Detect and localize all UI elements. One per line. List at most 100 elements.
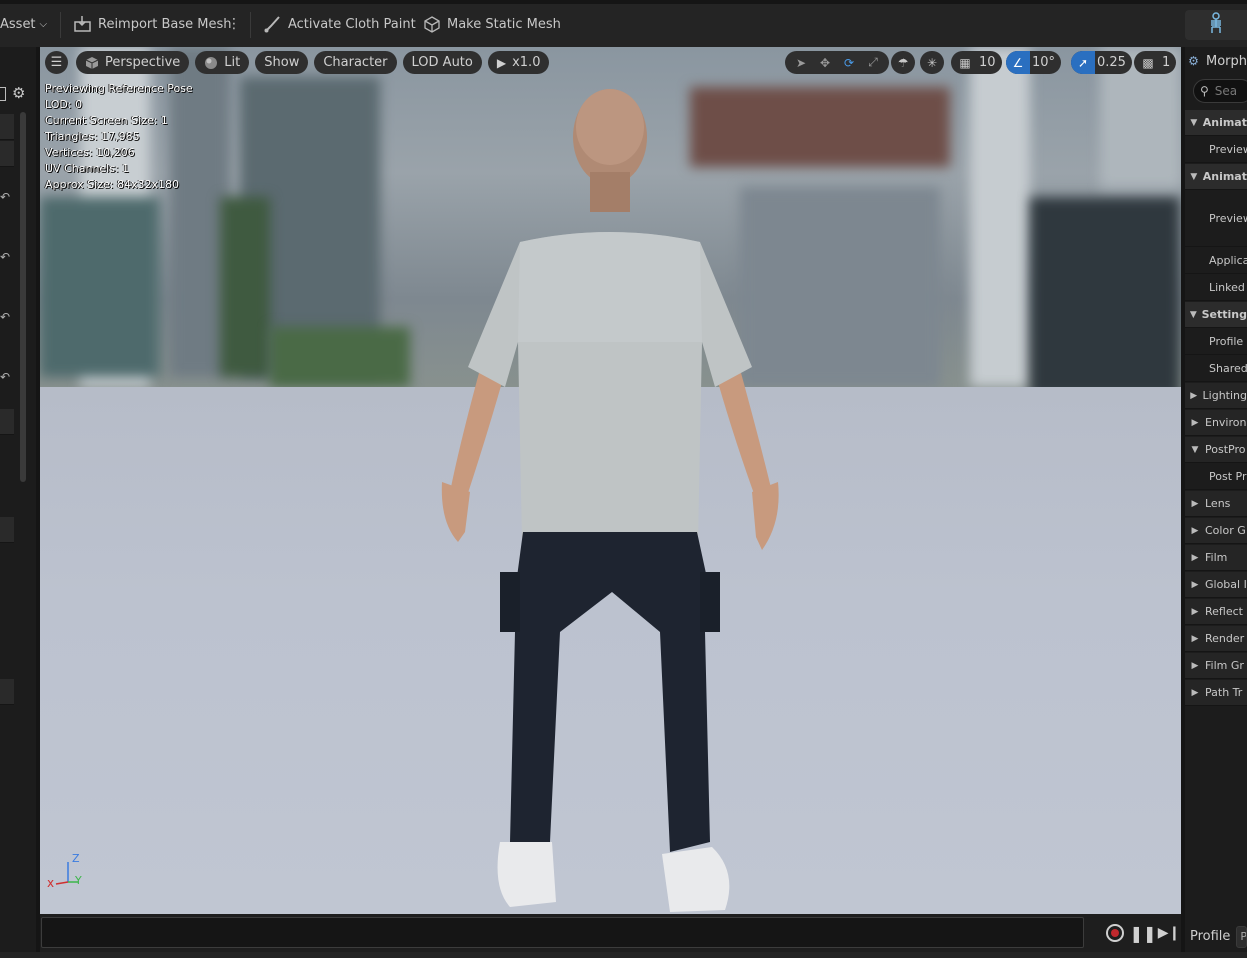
grid-snap-toggle[interactable]: ▦ 10	[951, 51, 1002, 74]
details-property-row[interactable]: Linked	[1185, 275, 1247, 301]
details-category[interactable]: ▼ PostPro	[1185, 437, 1247, 463]
skeleton-mode-button[interactable]	[1185, 10, 1247, 40]
lit-button[interactable]: Lit	[195, 51, 250, 74]
rotation-snap-toggle[interactable]: ∠ 10°	[1006, 51, 1062, 74]
scale-snap-toggle[interactable]: ➚ 0.25	[1071, 51, 1132, 74]
chevron-right-icon: ▶	[1191, 417, 1199, 428]
details-category[interactable]: ▶ Film Gr	[1185, 653, 1247, 679]
play-speed-button[interactable]: ▶ x1.0	[487, 51, 550, 74]
details-property-row[interactable]: Shared	[1185, 356, 1247, 382]
details-section-header[interactable]: ▼ Animat	[1185, 110, 1247, 136]
record-button[interactable]	[1104, 922, 1126, 944]
left-row[interactable]	[0, 517, 14, 543]
details-category[interactable]: ▶ Color G	[1185, 518, 1247, 544]
make-static-mesh-label: Make Static Mesh	[447, 16, 561, 32]
reimport-options-button[interactable]: ⋮	[227, 10, 241, 38]
static-mesh-icon	[421, 14, 443, 34]
perspective-button[interactable]: Perspective	[76, 51, 190, 74]
grid-icon: ▦	[959, 55, 971, 70]
world-local-toggle[interactable]: ☂	[891, 51, 915, 74]
axis-x-label: x	[47, 876, 55, 890]
details-category[interactable]: ▶ Environ	[1185, 410, 1247, 436]
more-vertical-icon: ⋮	[227, 16, 241, 32]
scale-icon[interactable]: ⤢	[861, 51, 885, 74]
step-forward-icon: ▶❙	[1157, 925, 1181, 941]
chevron-right-icon: ▶	[1191, 552, 1199, 563]
chevron-down-icon: ▼	[1190, 117, 1198, 128]
details-category[interactable]: ▶ Lighting	[1185, 383, 1247, 409]
character-button[interactable]: Character	[314, 51, 397, 74]
make-static-mesh-button[interactable]: Make Static Mesh	[421, 10, 561, 38]
axis-gizmo: Z Y x	[46, 852, 86, 892]
transform-tools: ➤ ✥ ⟳ ⤢	[785, 51, 889, 74]
details-category[interactable]: ▶ Render	[1185, 626, 1247, 652]
play-icon: ▶	[496, 55, 507, 70]
stats-line: Current Screen Size: 1	[45, 114, 168, 127]
reset-icon[interactable]: ↶	[0, 370, 10, 384]
paint-brush-icon	[262, 14, 284, 34]
asset-menu[interactable]: Asset ⌵	[0, 10, 47, 38]
viewport-menu-button[interactable]: ☰	[45, 51, 68, 74]
details-row-label: Animat	[1202, 116, 1247, 129]
step-forward-button[interactable]: ▶❙	[1157, 922, 1181, 944]
reset-icon[interactable]: ↶	[0, 250, 10, 264]
activate-cloth-paint-button[interactable]: Activate Cloth Paint	[262, 10, 416, 38]
left-row[interactable]	[0, 114, 14, 140]
show-label: Show	[264, 55, 300, 70]
viewport[interactable]: ☰ Perspective Lit Show Character LOD Aut…	[40, 47, 1181, 914]
scale-snap-value: 0.25	[1097, 55, 1126, 70]
translate-icon[interactable]: ✥	[813, 51, 837, 74]
lighting-sphere-icon	[204, 56, 218, 70]
details-row-label: Color G	[1205, 524, 1246, 537]
profile-dropdown[interactable]: Pr	[1236, 925, 1247, 948]
left-row[interactable]	[0, 409, 14, 435]
details-category[interactable]: ▶ Global I	[1185, 572, 1247, 598]
reset-icon[interactable]: ↶	[0, 190, 10, 204]
character-mesh[interactable]	[420, 72, 800, 914]
details-category[interactable]: ▶ Lens	[1185, 491, 1247, 517]
character-label: Character	[323, 55, 388, 70]
camera-speed-button[interactable]: ▩ 1	[1134, 51, 1177, 74]
details-row-label: Profile	[1209, 335, 1244, 348]
details-row-label: Path Tr	[1205, 686, 1243, 699]
details-property-row[interactable]: Applica	[1185, 248, 1247, 274]
details-property-row[interactable]: Preview	[1185, 191, 1247, 247]
left-panel: ⚙ ↶ ↶ ↶ ↶	[0, 47, 36, 958]
chevron-right-icon: ▶	[1191, 498, 1199, 509]
panel-tab-morph[interactable]: ⚙ Morph	[1185, 47, 1247, 75]
outliner-icon[interactable]	[0, 87, 6, 101]
chevron-down-icon: ▼	[1190, 171, 1198, 182]
left-row[interactable]	[0, 141, 14, 167]
details-section-header[interactable]: ▼ Setting	[1185, 302, 1247, 328]
details-row-label: Film Gr	[1205, 659, 1244, 672]
rotate-icon[interactable]: ⟳	[837, 51, 861, 74]
surface-snap-toggle[interactable]: ✳	[920, 51, 944, 74]
select-arrow-icon[interactable]: ➤	[789, 51, 813, 74]
show-button[interactable]: Show	[255, 51, 309, 74]
details-section-header[interactable]: ▼ Animat	[1185, 164, 1247, 190]
details-category[interactable]: ▶ Reflect	[1185, 599, 1247, 625]
left-scrollbar[interactable]	[20, 112, 26, 482]
reimport-base-mesh-button[interactable]: Reimport Base Mesh	[72, 10, 232, 38]
details-category[interactable]: ▶ Film	[1185, 545, 1247, 571]
details-row-label: Lighting	[1202, 389, 1247, 402]
chevron-down-icon: ⌵	[39, 18, 48, 30]
details-property-row[interactable]: Preview	[1185, 137, 1247, 163]
lod-button[interactable]: LOD Auto	[402, 51, 482, 74]
hamburger-menu-icon: ☰	[50, 55, 63, 70]
details-search-input[interactable]: ⚲ Sea	[1193, 79, 1247, 103]
reimport-icon	[72, 14, 94, 34]
reset-icon[interactable]: ↶	[0, 310, 10, 324]
pause-button[interactable]: ❚❚	[1130, 922, 1157, 944]
details-row-label: Preview	[1209, 212, 1247, 225]
details-category[interactable]: ▶ Path Tr	[1185, 680, 1247, 706]
details-row-label: Applica	[1209, 254, 1247, 267]
details-property-row[interactable]: Post Pr	[1185, 464, 1247, 490]
timeline-scrubber[interactable]	[41, 917, 1084, 948]
chevron-right-icon: ▶	[1191, 606, 1199, 617]
chevron-right-icon: ▶	[1190, 390, 1198, 401]
details-property-row[interactable]: Profile	[1185, 329, 1247, 355]
status-bar	[0, 952, 1247, 958]
left-row[interactable]	[0, 679, 14, 705]
settings-gear-icon[interactable]: ⚙	[12, 84, 25, 102]
